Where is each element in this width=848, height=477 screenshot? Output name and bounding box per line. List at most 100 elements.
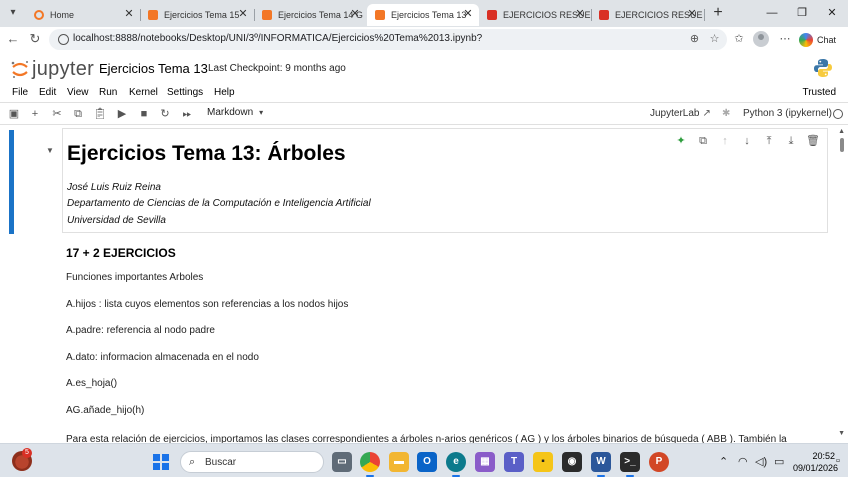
delete-cell-icon[interactable]: 🗑︎ xyxy=(805,133,821,149)
word-icon[interactable]: W xyxy=(591,452,611,477)
more-options-icon[interactable]: ⋯ xyxy=(777,31,793,47)
paste-icon[interactable]: 📋︎ xyxy=(92,106,108,122)
url-text[interactable]: localhost:8888/notebooks/Desktop/UNI/3º/… xyxy=(73,33,482,44)
save-icon[interactable]: ▣ xyxy=(6,106,22,122)
author-department: Departamento de Ciencias de la Computaci… xyxy=(67,198,371,209)
volume-icon[interactable]: ◁) xyxy=(755,455,767,468)
back-icon[interactable]: ← xyxy=(4,30,22,48)
browser-tab-tema13[interactable]: Ejercicios Tema 13 ✕ xyxy=(367,4,479,26)
close-tab-icon[interactable]: ✕ xyxy=(685,7,699,21)
cut-icon[interactable]: ✂ xyxy=(49,106,65,122)
kernel-settings-icon[interactable]: ✱ xyxy=(722,108,730,119)
scroll-down-icon[interactable]: ▼ xyxy=(838,430,845,437)
restart-run-all-icon[interactable]: ⏩︎ xyxy=(179,106,195,122)
chat-button[interactable]: Chat xyxy=(799,31,836,48)
scroll-up-icon[interactable]: ▲ xyxy=(838,128,845,135)
close-window-icon[interactable]: ✕ xyxy=(820,3,844,23)
chrome-icon[interactable] xyxy=(360,452,380,477)
author-name: José Luis Ruiz Reina xyxy=(67,182,161,193)
insert-below-icon[interactable]: ⤓ xyxy=(783,133,799,149)
open-jupyterlab-link[interactable]: JupyterLab ↗ xyxy=(650,108,711,119)
scrollbar-thumb[interactable] xyxy=(840,138,844,152)
gemini-icon xyxy=(799,32,813,47)
search-placeholder: Buscar xyxy=(205,457,237,468)
cell-type-value: Markdown xyxy=(207,107,254,118)
edge-icon[interactable]: e xyxy=(446,452,466,477)
collapse-heading-icon[interactable]: ▼ xyxy=(46,146,54,155)
browser-tab-home[interactable]: Home ✕ xyxy=(26,4,140,26)
windows-start-icon[interactable] xyxy=(153,454,169,470)
close-tab-icon[interactable]: ✕ xyxy=(573,7,587,21)
browser-tab-tema15[interactable]: Ejercicios Tema 15 ✕ xyxy=(140,4,254,26)
cell-type-select[interactable]: Markdown ▾ xyxy=(207,107,263,118)
minimize-icon[interactable]: — xyxy=(760,3,784,23)
menu-settings[interactable]: Settings xyxy=(167,87,203,98)
browser-tab-tema14[interactable]: Ejercicios Tema 14 G ✕ xyxy=(254,4,366,26)
sticky-notes-icon[interactable]: ▪ xyxy=(533,452,553,472)
taskbar-clock[interactable]: 20:52 09/01/2026 xyxy=(793,450,838,474)
insert-cell-icon[interactable]: + xyxy=(27,106,43,122)
ai-sparkle-icon[interactable]: ✦ xyxy=(673,133,689,149)
paragraph: A.padre: referencia al nodo padre xyxy=(66,325,215,336)
kernel-name[interactable]: Python 3 (ipykernel) xyxy=(743,108,832,119)
battery-icon[interactable]: ▭ xyxy=(774,455,784,468)
markdown-cell-title[interactable]: ✦ ⧉ ↑ ↓ ⤒ ⤓ 🗑︎ Ejercicios Tema 13: Árbol… xyxy=(62,128,828,233)
browser-tab-ejercicios-resueltos-1[interactable]: EJERCICIOS RESUELT ✕ xyxy=(479,4,591,26)
notebook-area[interactable]: ▼ ✦ ⧉ ↑ ↓ ⤒ ⤓ 🗑︎ Ejercicios Tema 13: Árb… xyxy=(0,126,848,443)
menu-file[interactable]: File xyxy=(12,87,28,98)
run-icon[interactable]: ▶ xyxy=(114,106,130,122)
move-up-icon[interactable]: ↑ xyxy=(717,133,733,149)
jupyter-logo[interactable]: jupyter xyxy=(10,57,94,81)
show-hidden-icons-icon[interactable]: ⌃ xyxy=(719,455,728,468)
outlook-icon[interactable]: O xyxy=(417,452,437,472)
menu-run[interactable]: Run xyxy=(99,87,117,98)
address-bar[interactable]: localhost:8888/notebooks/Desktop/UNI/3º/… xyxy=(49,29,727,50)
cell-toolbar: ✦ ⧉ ↑ ↓ ⤒ ⤓ 🗑︎ xyxy=(673,133,821,149)
paragraph: AG.añade_hijo(h) xyxy=(66,405,145,416)
restore-icon[interactable]: ❐ xyxy=(790,3,814,23)
menu-kernel[interactable]: Kernel xyxy=(129,87,158,98)
search-icon: ⌕ xyxy=(189,456,196,468)
insert-above-icon[interactable]: ⤒ xyxy=(761,133,777,149)
browser-tab-ejercicios-resueltos-2[interactable]: EJERCICIOS RESUELT ✕ xyxy=(591,4,703,26)
calculator-icon[interactable]: ▦ xyxy=(475,452,495,472)
terminal-icon[interactable]: >_ xyxy=(620,452,640,477)
close-tab-icon[interactable]: ✕ xyxy=(348,7,362,21)
move-down-icon[interactable]: ↓ xyxy=(739,133,755,149)
pdf-tab-icon xyxy=(599,10,609,20)
python-logo-icon xyxy=(814,59,832,77)
notifications-icon[interactable]: ▫ xyxy=(836,455,840,467)
teams-icon[interactable]: T xyxy=(504,452,524,472)
favorites-icon[interactable]: ✩ xyxy=(731,31,747,47)
close-tab-icon[interactable]: ✕ xyxy=(122,7,136,21)
wifi-icon[interactable]: ◠ xyxy=(738,455,748,468)
jupyter-header: jupyter Ejercicios Tema 13 Last Checkpoi… xyxy=(0,52,848,84)
jupyter-tab-icon xyxy=(34,10,44,20)
stop-icon[interactable]: ■ xyxy=(136,106,152,122)
restart-kernel-icon[interactable]: ↻ xyxy=(157,106,173,122)
zoom-icon[interactable]: ⊕ xyxy=(687,32,702,47)
active-cell-indicator[interactable] xyxy=(9,130,14,234)
profile-avatar[interactable] xyxy=(753,31,769,47)
duplicate-cell-icon[interactable]: ⧉ xyxy=(695,133,711,149)
menu-help[interactable]: Help xyxy=(214,87,235,98)
file-explorer-icon[interactable]: ▬ xyxy=(389,452,409,472)
menu-view[interactable]: View xyxy=(67,87,89,98)
copy-icon[interactable]: ⧉ xyxy=(70,106,86,122)
taskbar-search[interactable]: ⌕ Buscar xyxy=(180,451,324,473)
vertical-scrollbar[interactable] xyxy=(838,126,846,443)
new-tab-icon[interactable]: + xyxy=(709,4,727,22)
pdf-tab-icon xyxy=(487,10,497,20)
bookmark-star-icon[interactable]: ☆ xyxy=(707,32,722,47)
notebook-title[interactable]: Ejercicios Tema 13 xyxy=(99,61,208,76)
camera-app-icon[interactable]: ◉ xyxy=(562,452,582,472)
tab-search-icon[interactable]: ▾ xyxy=(4,4,22,22)
powerpoint-icon[interactable]: P xyxy=(649,452,669,472)
reload-icon[interactable]: ↻ xyxy=(26,30,44,48)
close-tab-icon[interactable]: ✕ xyxy=(236,7,250,21)
task-view-icon[interactable]: ▭ xyxy=(332,452,352,472)
menu-edit[interactable]: Edit xyxy=(39,87,56,98)
site-info-icon[interactable] xyxy=(58,34,69,45)
trusted-indicator[interactable]: Trusted xyxy=(802,87,836,98)
close-tab-icon[interactable]: ✕ xyxy=(461,7,475,21)
